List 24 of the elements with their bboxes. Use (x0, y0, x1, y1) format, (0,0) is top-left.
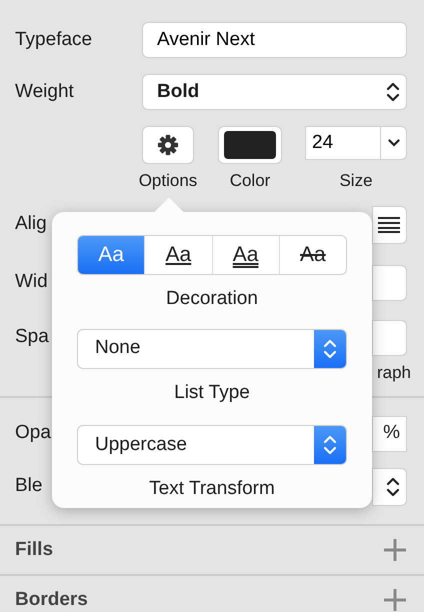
size-field[interactable]: 24 (305, 126, 380, 160)
list-type-label: List Type (174, 380, 250, 404)
property-label: Wid (15, 270, 48, 294)
property-label: Ble (15, 474, 42, 498)
decoration-option[interactable]: Aa (78, 236, 144, 274)
section-title: Borders (15, 588, 88, 612)
property-label: Typeface (15, 28, 92, 52)
section-title: Fills (15, 538, 54, 562)
text-field[interactable]: Avenir Next (142, 22, 407, 58)
property-label: Opa (15, 421, 51, 446)
color-label: Color (230, 170, 270, 192)
property-label: Spa (15, 325, 49, 350)
options-label: Options (138, 170, 198, 192)
property-label: Weight (15, 80, 74, 104)
select-field[interactable]: None (77, 328, 347, 368)
paragraph-label: raph (376, 362, 411, 382)
decoration-option[interactable]: Aa (278, 236, 346, 274)
property-label: Alig (15, 212, 47, 236)
text-transform-label: Text Transform (149, 477, 275, 501)
size-label: Size (339, 170, 373, 192)
input-field[interactable]: % (372, 416, 407, 452)
decoration-label: Decoration (166, 287, 258, 311)
select-field[interactable]: Uppercase (77, 425, 347, 465)
select-field[interactable]: Bold (142, 74, 407, 110)
